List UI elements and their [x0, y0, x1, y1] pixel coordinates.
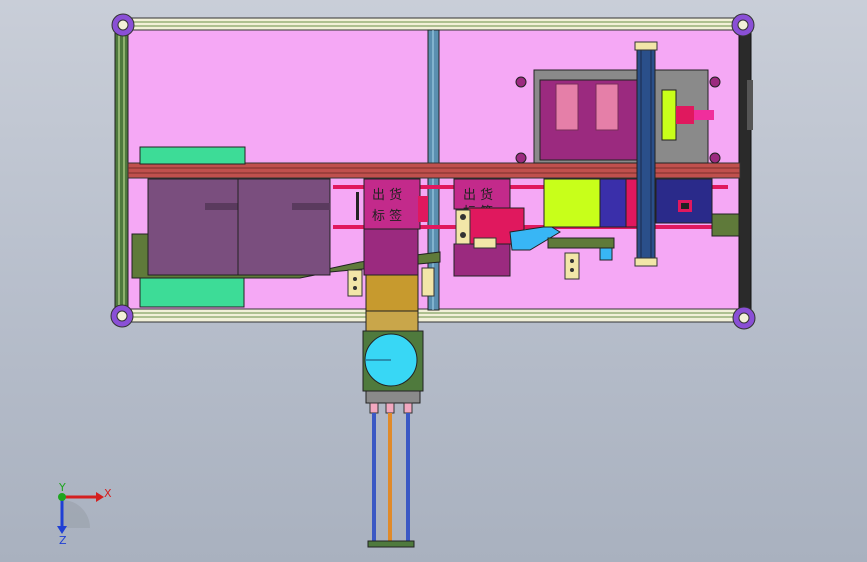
clamp-bracket-mid [421, 267, 435, 297]
bin-right [237, 178, 331, 276]
bin-left [147, 178, 239, 276]
bottom-frame-rail [117, 308, 747, 323]
vertical-rod-left [369, 402, 379, 545]
assembly-drawing[interactable]: 出 货 标 签 出 货 标 签 [0, 0, 867, 562]
coordinate-triad: X Y Z [57, 481, 112, 547]
corner-bolt-top-left [111, 13, 135, 37]
top-frame-rail [117, 17, 747, 31]
rod-base-plate [367, 540, 415, 548]
y-axis-label: Y [58, 481, 66, 494]
corner-bolt-top-right [731, 13, 755, 37]
x-axis-label: X [104, 487, 112, 500]
x-axis-arrowhead [96, 492, 104, 502]
mint-plate-bottom [139, 274, 245, 308]
lower-motor-mount [362, 330, 424, 404]
corner-bolt-bottom-left [110, 304, 134, 328]
label-box-left: 出 货 标 签 [356, 178, 428, 332]
left-frame-rail [114, 23, 129, 323]
y-axis-dot [58, 493, 66, 501]
z-axis-label: Z [59, 534, 67, 547]
vertical-rod-center [385, 402, 395, 545]
label-box-right-line1: 出 货 [463, 187, 493, 203]
upper-motor-housing [515, 69, 721, 164]
vertical-rod-right [403, 402, 413, 545]
right-frame-rail [738, 23, 753, 323]
corner-bolt-bottom-right [732, 306, 756, 330]
clamp-bracket-left [347, 269, 363, 297]
mint-plate-top [139, 146, 246, 165]
label-box-left-line2: 标 签 [372, 208, 402, 224]
label-box-left-line1: 出 货 [372, 187, 402, 203]
z-axis-arrowhead [57, 526, 67, 534]
right-vertical-slide [634, 41, 658, 267]
cad-viewport[interactable]: 出 货 标 签 出 货 标 签 [0, 0, 867, 562]
